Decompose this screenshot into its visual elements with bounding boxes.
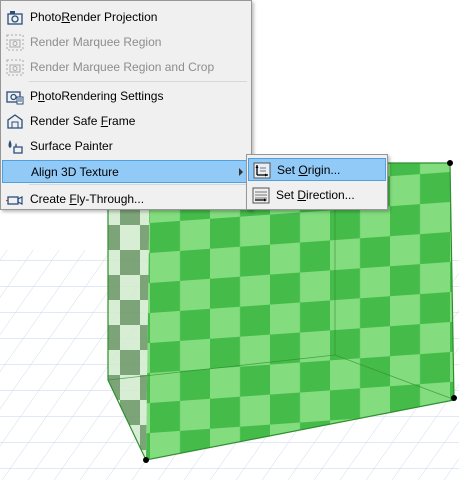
menu-item-render-marquee-region: Render Marquee Region	[2, 31, 250, 54]
menu-item-label: Render Safe Frame	[30, 114, 136, 128]
menu-item-label: PhotoRendering Settings	[30, 89, 164, 103]
marquee-camera-icon	[6, 34, 24, 51]
set-origin-icon	[253, 162, 271, 179]
menu-item-set-origin[interactable]: Set Origin...	[248, 158, 386, 181]
menu-item-render-safe-frame[interactable]: Render Safe Frame	[2, 110, 250, 133]
menu-item-label: Render Marquee Region	[30, 35, 162, 49]
vertex-hotspot-bottom-right[interactable]	[451, 395, 457, 401]
menu-item-photorender-projection[interactable]: PhotoRender Projection	[2, 6, 250, 29]
camera-render-icon	[6, 9, 24, 26]
menu-item-label: Surface Painter	[30, 139, 113, 153]
marquee-crop-icon	[6, 59, 24, 76]
submenu-arrow-icon	[239, 168, 243, 176]
menu-item-label: PhotoRender Projection	[30, 10, 158, 24]
vertex-hotspot-top-right[interactable]	[447, 160, 453, 166]
menu-item-label: Create Fly-Through...	[30, 192, 145, 206]
menu-item-label: Align 3D Texture	[31, 165, 119, 179]
render-settings-icon	[6, 88, 24, 105]
menu-item-label: Set Origin...	[277, 163, 341, 177]
align-3d-texture-submenu: Set Origin... Set Direction...	[246, 154, 388, 210]
vertex-hotspot-bottom-left[interactable]	[143, 457, 149, 463]
menu-separator	[29, 184, 247, 185]
menu-item-label: Set Direction...	[276, 188, 355, 202]
menu-item-set-direction[interactable]: Set Direction...	[248, 184, 386, 207]
context-menu: PhotoRender Projection Render Marquee Re…	[0, 0, 252, 210]
menu-item-label: Render Marquee Region and Crop	[30, 60, 215, 74]
menu-separator	[29, 81, 247, 82]
set-direction-icon	[252, 187, 270, 204]
menu-item-render-marquee-region-crop: Render Marquee Region and Crop	[2, 56, 250, 79]
menu-item-align-3d-texture[interactable]: Align 3D Texture	[2, 160, 250, 183]
surface-painter-icon	[6, 138, 24, 155]
menu-item-surface-painter[interactable]: Surface Painter	[2, 135, 250, 158]
safe-frame-icon	[6, 113, 24, 130]
menu-item-photorendering-settings[interactable]: PhotoRendering Settings	[2, 85, 250, 108]
fly-through-icon	[6, 191, 24, 208]
menu-item-create-fly-through[interactable]: Create Fly-Through...	[2, 188, 250, 211]
